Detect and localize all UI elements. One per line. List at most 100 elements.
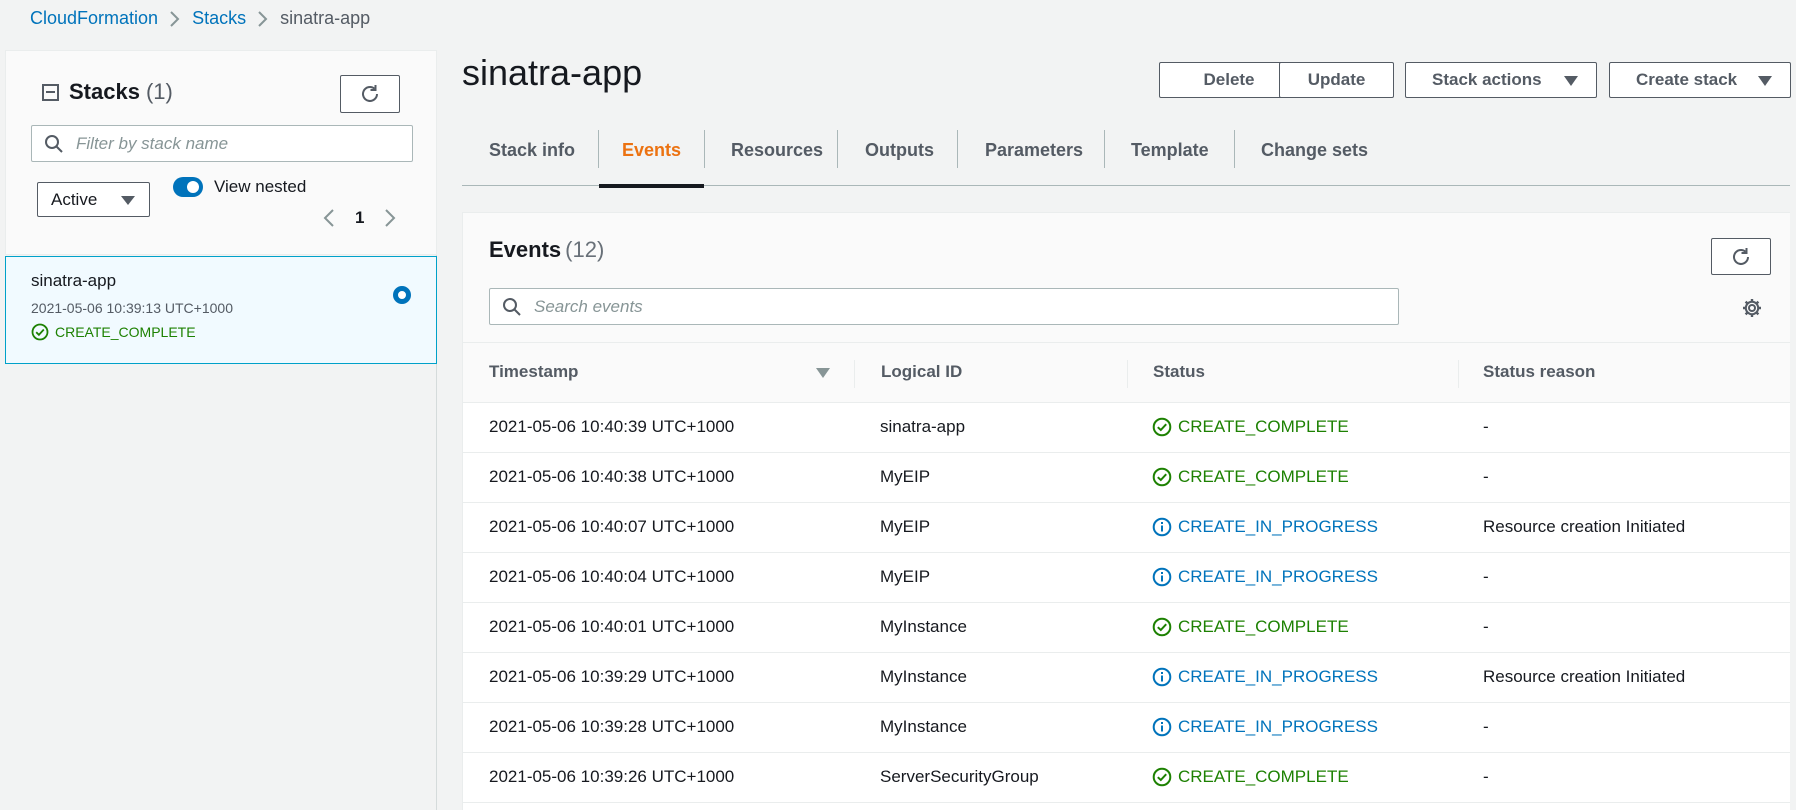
table-row[interactable]: 2021-05-06 10:40:38 UTC+1000 MyEIP CREATE_… (463, 453, 1790, 503)
cell-status-text: CREATE_IN_PROGRESS (1178, 517, 1378, 536)
cell-status: CREATE_COMPLETE (1152, 417, 1349, 437)
create-stack-dropdown[interactable]: Create stack (1609, 62, 1791, 98)
cell-status: CREATE_COMPLETE (1152, 767, 1349, 787)
cell-timestamp: 2021-05-06 10:40:01 UTC+1000 (489, 617, 735, 636)
events-search-field (489, 288, 1399, 325)
cell-logical-id: MyInstance (880, 617, 967, 636)
cell-status: CREATE_IN_PROGRESS (1152, 517, 1378, 537)
sort-descending-icon[interactable] (816, 368, 830, 378)
collapse-icon[interactable] (42, 83, 59, 101)
tab-divider (1104, 130, 1105, 168)
cell-timestamp: 2021-05-06 10:39:28 UTC+1000 (489, 717, 735, 736)
tab-stack-info[interactable]: Stack info (489, 130, 575, 186)
cell-status: CREATE_COMPLETE (1152, 617, 1349, 637)
info-circle-icon (1152, 517, 1172, 537)
breadcrumb-cloudformation-link[interactable]: CloudFormation (30, 8, 158, 29)
stacks-heading: Stacks (1) (42, 79, 173, 105)
events-search-input[interactable] (534, 296, 1398, 317)
stacks-title: Stacks (69, 79, 140, 104)
column-header-logical-id[interactable]: Logical ID (881, 362, 962, 382)
events-refresh-button[interactable] (1711, 238, 1771, 275)
breadcrumb-current: sinatra-app (280, 8, 371, 28)
table-row[interactable]: 2021-05-06 10:39:29 UTC+1000 MyInstance CR… (463, 653, 1790, 703)
events-title: Events (12) (489, 237, 604, 263)
tab-change-sets[interactable]: Change sets (1261, 130, 1368, 186)
table-row[interactable]: 2021-05-06 10:40:39 UTC+1000 sinatra-app C… (463, 403, 1790, 453)
cell-status-text: CREATE_IN_PROGRESS (1178, 667, 1378, 686)
stack-select-radio[interactable] (393, 286, 411, 304)
page-title: sinatra-app (462, 52, 643, 93)
tab-resources[interactable]: Resources (731, 130, 823, 186)
stacks-sidebar: Stacks (1) Active View nested 1 sinatra-… (5, 50, 437, 810)
info-circle-icon (1152, 667, 1172, 687)
column-header-timestamp[interactable]: Timestamp (489, 362, 578, 382)
cell-status-reason: - (1483, 417, 1489, 436)
cell-logical-id: MyEIP (880, 467, 931, 486)
stack-created-date: 2021-05-06 10:39:13 UTC+1000 (31, 300, 233, 316)
column-header-status[interactable]: Status (1153, 362, 1205, 382)
caret-down-icon (121, 196, 135, 205)
cell-status-reason: Resource creation Initiated (1483, 517, 1686, 536)
stack-filter-input[interactable] (76, 133, 412, 154)
cell-timestamp: 2021-05-06 10:39:26 UTC+1000 (489, 767, 735, 786)
page-number[interactable]: 1 (355, 208, 364, 228)
cell-logical-id: sinatra-app (880, 417, 966, 436)
cell-logical-id: MyInstance (880, 717, 967, 736)
caret-down-icon (1758, 76, 1772, 86)
cell-logical-id: MyInstance (880, 667, 967, 686)
cell-timestamp: 2021-05-06 10:40:07 UTC+1000 (489, 517, 735, 536)
breadcrumb-stacks-link[interactable]: Stacks (192, 8, 246, 29)
info-circle-icon (1152, 717, 1172, 737)
events-title-text: Events (489, 237, 562, 262)
chevron-left-icon[interactable] (319, 206, 339, 230)
search-icon (44, 134, 64, 154)
view-nested-toggle[interactable] (173, 177, 203, 197)
stack-actions-dropdown[interactable]: Stack actions (1405, 62, 1597, 98)
check-circle-icon (1152, 417, 1172, 437)
chevron-right-icon[interactable] (380, 206, 400, 230)
cell-logical-id: MyEIP (880, 567, 931, 586)
column-divider (854, 360, 855, 388)
cell-status-text: CREATE_IN_PROGRESS (1178, 717, 1378, 736)
update-button-label: Update (1307, 70, 1366, 89)
stack-status: CREATE_COMPLETE (31, 323, 196, 341)
delete-button-label: Delete (1203, 70, 1255, 89)
stacks-sidebar-header: Stacks (1) Active View nested 1 (5, 50, 437, 255)
table-row[interactable]: 2021-05-06 10:39:28 UTC+1000 MyInstance CR… (463, 703, 1790, 753)
cell-status: CREATE_IN_PROGRESS (1152, 717, 1378, 737)
update-button[interactable]: Update (1279, 62, 1394, 98)
cell-status-text: CREATE_COMPLETE (1178, 417, 1349, 436)
stack-actions-label: Stack actions (1432, 70, 1542, 89)
chevron-right-icon (246, 9, 280, 29)
tab-parameters[interactable]: Parameters (985, 130, 1083, 186)
column-divider (1458, 360, 1459, 388)
stack-filter-field (31, 125, 413, 162)
create-stack-label: Create stack (1636, 70, 1738, 89)
tab-divider (957, 130, 958, 168)
chevron-right-icon (158, 9, 192, 29)
column-header-status-reason[interactable]: Status reason (1483, 362, 1595, 382)
view-nested-label: View nested (214, 177, 307, 196)
cell-status-text: CREATE_COMPLETE (1178, 467, 1349, 486)
stacks-refresh-button[interactable] (340, 75, 400, 113)
stack-list-item[interactable]: sinatra-app 2021-05-06 10:39:13 UTC+1000… (5, 256, 437, 364)
table-row[interactable]: 2021-05-06 10:40:04 UTC+1000 MyEIP CREATE_… (463, 553, 1790, 603)
cell-status-reason: - (1483, 617, 1489, 636)
tab-events[interactable]: Events (599, 130, 704, 188)
tab-divider (1234, 130, 1235, 168)
tab-outputs[interactable]: Outputs (865, 130, 934, 186)
cell-logical-id: ServerSecurityGroup (880, 767, 1039, 786)
check-circle-icon (1152, 767, 1172, 787)
tab-divider (837, 130, 838, 168)
events-header: Events (12) (463, 213, 1790, 343)
gear-icon[interactable] (1741, 297, 1763, 324)
table-row[interactable]: 2021-05-06 10:39:26 UTC+1000 ServerSecuri… (463, 753, 1790, 803)
table-row[interactable]: 2021-05-06 10:40:07 UTC+1000 MyEIP CREATE_… (463, 503, 1790, 553)
tab-divider (704, 130, 705, 168)
stack-detail-tabs: Stack info Events Resources Outputs Para… (462, 130, 1790, 188)
stack-status-select[interactable]: Active (37, 182, 150, 217)
tab-template[interactable]: Template (1131, 130, 1209, 186)
delete-button[interactable]: Delete (1159, 62, 1299, 98)
cell-status-text: CREATE_COMPLETE (1178, 767, 1349, 786)
table-row[interactable]: 2021-05-06 10:40:01 UTC+1000 MyInstance CR… (463, 603, 1790, 653)
